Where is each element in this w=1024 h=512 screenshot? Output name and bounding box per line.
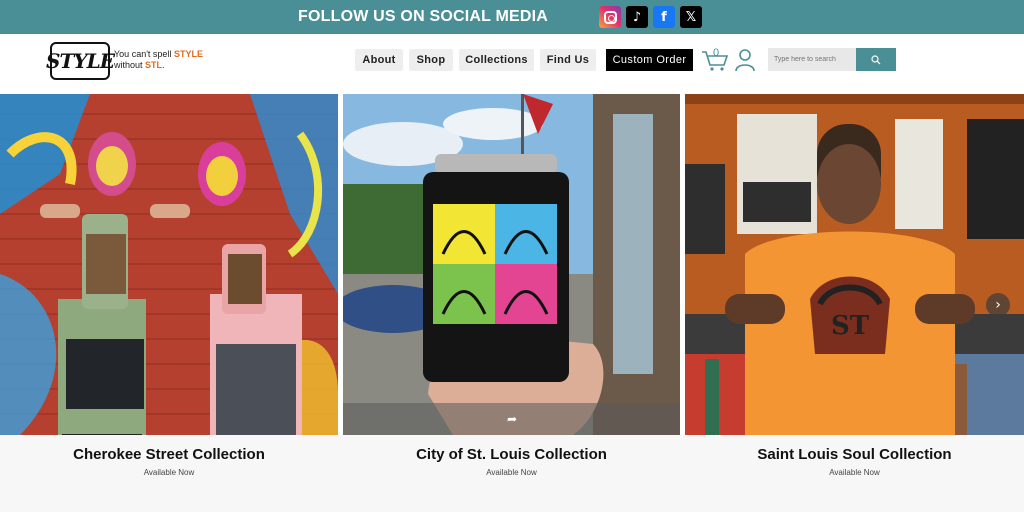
city-photo (343, 94, 680, 435)
collection-title[interactable]: Saint Louis Soul Collection (685, 446, 1024, 463)
facebook-icon[interactable]: f (653, 6, 675, 28)
search-icon (871, 54, 881, 64)
tagline-accent: STYLE (173, 49, 203, 59)
nav-about[interactable]: About (355, 49, 403, 71)
collection-image-cherokee[interactable] (0, 94, 338, 435)
search-input[interactable] (768, 48, 856, 71)
cart-count: 0 (713, 47, 720, 59)
tagline-text: without (114, 60, 146, 70)
tagline-accent: STL (145, 60, 163, 70)
collection-image-city[interactable]: ➦ (343, 94, 680, 435)
social-banner-title: FOLLOW US ON SOCIAL MEDIA (298, 8, 549, 25)
x-icon[interactable]: 𝕏 (680, 6, 702, 28)
instagram-icon[interactable] (599, 6, 621, 28)
collection-image-soul[interactable]: ST (685, 94, 1024, 435)
svg-text:ST: ST (831, 311, 870, 341)
collection-subtitle: Available Now (486, 468, 537, 477)
user-icon (735, 49, 755, 72)
share-icon[interactable]: ➦ (505, 412, 519, 426)
user-account-button[interactable] (735, 48, 755, 72)
nav-shop[interactable]: Shop (409, 49, 453, 71)
soul-photo: ST (685, 94, 1024, 435)
tagline-text: You can't spell (114, 49, 174, 59)
collection-title[interactable]: Cherokee Street Collection (0, 446, 338, 463)
chevron-right-icon: › (995, 297, 1001, 313)
tagline-text: . (162, 60, 165, 70)
collection-title[interactable]: City of St. Louis Collection (343, 446, 680, 463)
custom-order-button[interactable]: Custom Order (606, 49, 693, 71)
share-strip: ➦ (343, 403, 680, 435)
collection-captions: Cherokee Street Collection Available Now… (0, 435, 1024, 512)
collection-subtitle: Available Now (829, 468, 880, 477)
cherokee-photo (0, 94, 338, 435)
nav-collections[interactable]: Collections (459, 49, 534, 71)
next-slide-button[interactable]: › (986, 293, 1010, 317)
search-button[interactable] (856, 48, 896, 71)
logo-text: STYLE (46, 49, 115, 73)
site-logo[interactable]: STYLE (46, 42, 115, 80)
social-banner: FOLLOW US ON SOCIAL MEDIA ♪ f 𝕏 (0, 0, 1024, 34)
cart-button[interactable]: 0 (701, 47, 729, 72)
tagline: You can't spell STYLE without STL. (114, 49, 203, 71)
collection-subtitle: Available Now (143, 468, 195, 477)
tiktok-icon[interactable]: ♪ (626, 6, 648, 28)
nav-find-us[interactable]: Find Us (540, 49, 596, 71)
site-header: STYLE You can't spell STYLE without STL.… (0, 34, 1024, 94)
